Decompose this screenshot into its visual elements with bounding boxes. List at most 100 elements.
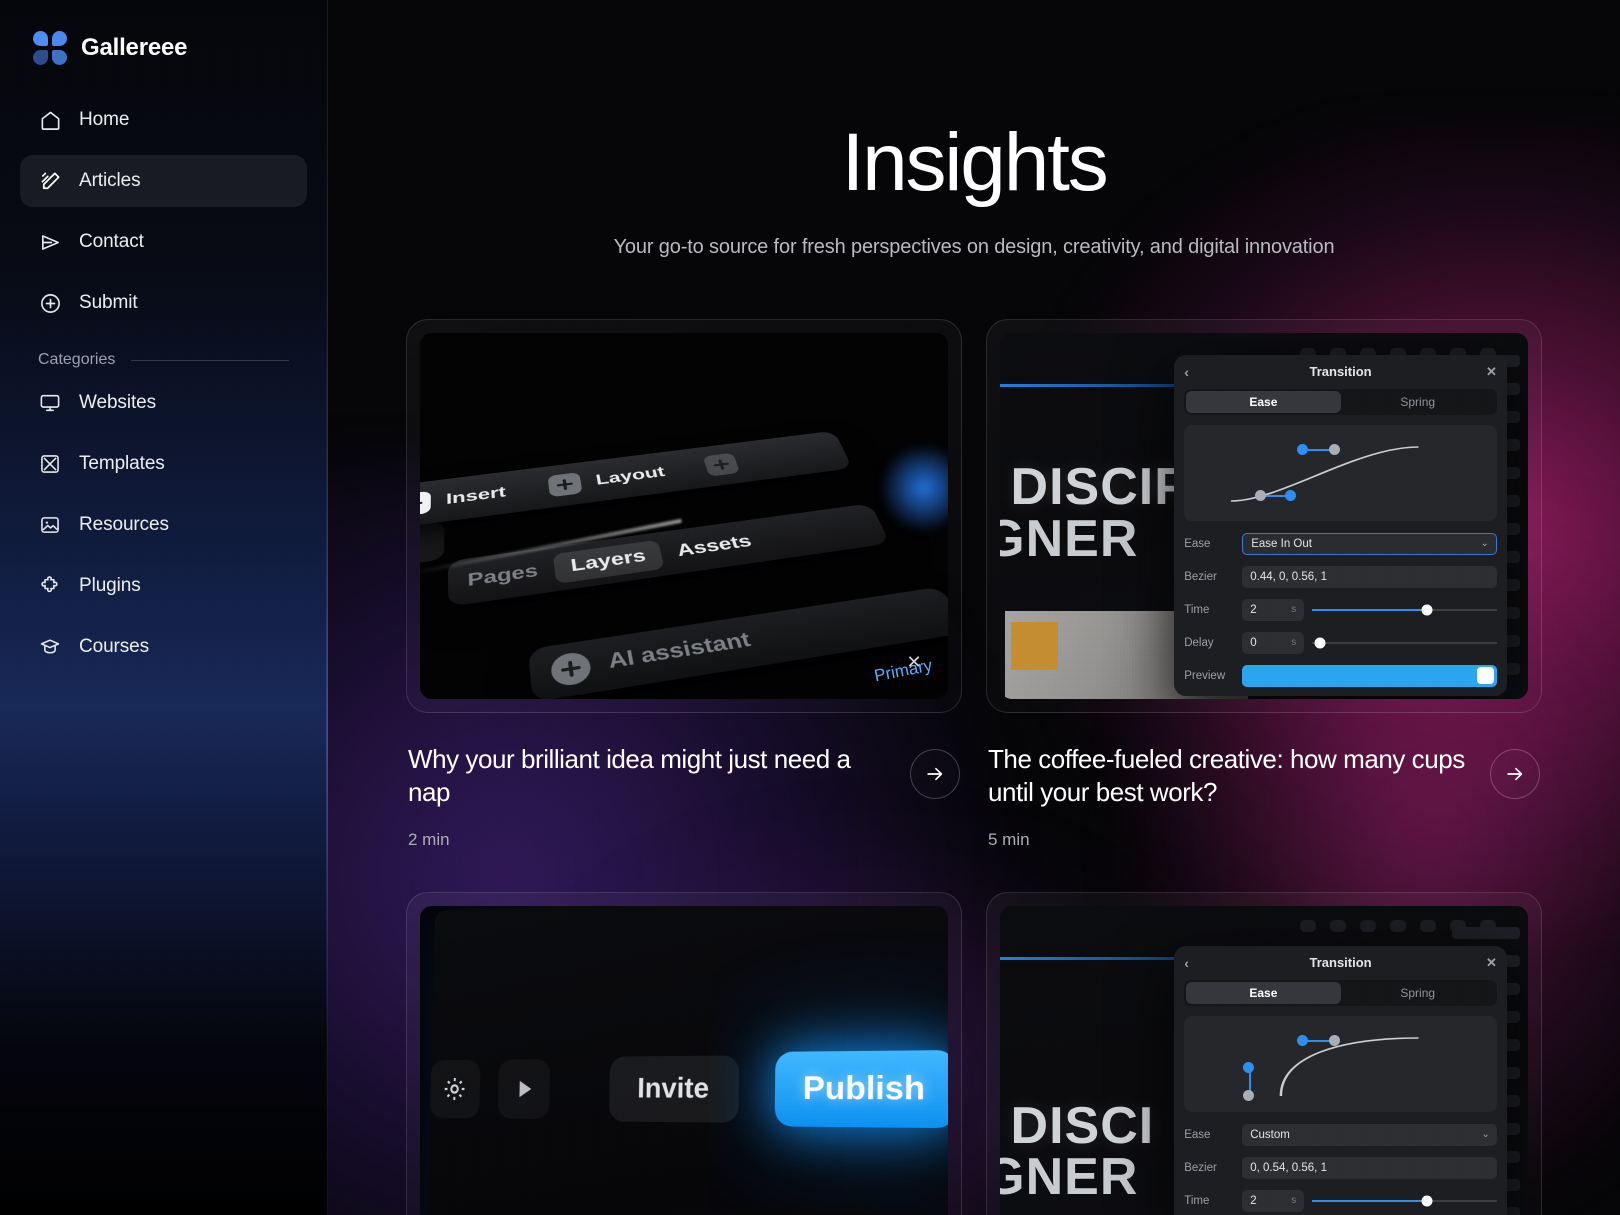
thumb-insert-label: Insert (445, 484, 507, 508)
close-icon[interactable]: ✕ (1486, 364, 1497, 380)
bezier-curve-editor[interactable] (1184, 424, 1497, 521)
delay-field[interactable]: 0 s (1242, 631, 1305, 654)
sidebar-item-label: Plugins (79, 575, 141, 596)
time-field[interactable]: 2 s (1242, 598, 1305, 621)
sidebar-item-label: Templates (79, 453, 165, 474)
ease-spring-tabs[interactable]: Ease Spring (1184, 388, 1497, 415)
gear-icon (429, 1059, 481, 1118)
time-label: Time (1184, 603, 1210, 616)
ease-value: Ease In Out (1251, 537, 1312, 550)
main-content: Insights Your go-to source for fresh per… (328, 0, 1620, 1215)
article-card[interactable]: Insert Layout Pages Layers Assets AI ass… (406, 319, 962, 850)
puzzle-icon (38, 574, 62, 598)
article-read-time: 2 min (408, 829, 450, 849)
bezier-field[interactable]: 0.44, 0, 0.56, 1 (1242, 565, 1497, 588)
thumbnail-figma-toolbar: Insert Layout Pages Layers Assets AI ass… (420, 333, 948, 699)
article-thumbnail-frame: Invite Publish (406, 891, 962, 1215)
play-icon (497, 1058, 551, 1119)
bezier-curve-editor[interactable] (1184, 1015, 1497, 1112)
sidebar-item-label: Websites (79, 392, 156, 413)
ease-value: Custom (1250, 1128, 1290, 1141)
thumb-close-icon: ✕ (906, 652, 922, 673)
article-card[interactable]: DISCIPL GNER ‹ Transition ✕ (986, 319, 1542, 850)
thumb-bg-word-2: GNER (1000, 1148, 1139, 1207)
delay-unit: s (1291, 637, 1297, 649)
article-footer: Why your brilliant idea might just need … (406, 713, 962, 850)
chevron-down-icon: ⌄ (1481, 1129, 1490, 1141)
tab-ease[interactable]: Ease (1186, 390, 1341, 413)
sidebar-item-templates[interactable]: Templates (20, 440, 307, 488)
sidebar-item-resources[interactable]: Resources (20, 501, 307, 549)
preview-row: Preview (1184, 663, 1497, 689)
article-card[interactable]: Invite Publish (406, 891, 962, 1215)
sidebar-item-label: Courses (79, 636, 150, 657)
time-row: Time 2 s (1184, 597, 1497, 623)
delay-label: Delay (1184, 636, 1214, 649)
thumbnail-publish-button: Invite Publish (420, 905, 948, 1215)
article-thumbnail-frame: DISCI GNER ‹ Transition ✕ Ease (986, 891, 1542, 1215)
sidebar-item-label: Submit (79, 292, 138, 313)
image-icon (38, 513, 62, 537)
article-thumbnail-frame: DISCIPL GNER ‹ Transition ✕ (986, 319, 1542, 713)
transition-panel: ‹ Transition ✕ Ease Spring (1174, 354, 1507, 696)
transition-panel-header: ‹ Transition ✕ (1174, 355, 1507, 389)
article-card[interactable]: DISCI GNER ‹ Transition ✕ Ease (986, 891, 1542, 1215)
ease-row: Ease Custom ⌄ (1184, 1122, 1497, 1148)
bezier-value: 0.44, 0, 0.56, 1 (1250, 570, 1327, 583)
ease-spring-tabs[interactable]: Ease Spring (1184, 979, 1497, 1006)
primary-nav: Home Articles Contact Submit (20, 94, 307, 329)
brand[interactable]: Gallereee (20, 0, 307, 72)
ease-select[interactable]: Ease In Out ⌄ (1242, 532, 1497, 555)
time-field[interactable]: 2 s (1242, 1189, 1305, 1212)
chevron-left-icon[interactable]: ‹ (1184, 364, 1189, 380)
article-footer: The coffee-fueled creative: how many cup… (986, 713, 1542, 850)
sidebar-item-articles[interactable]: Articles (20, 155, 307, 207)
categories-heading: Categories (38, 351, 289, 369)
time-value: 2 (1250, 1194, 1257, 1207)
graduation-cap-icon (38, 635, 62, 659)
thumb-assets-label: Assets (674, 531, 754, 560)
sidebar-item-websites[interactable]: Websites (20, 379, 307, 427)
time-unit: s (1291, 1195, 1297, 1207)
edit-pencil-icon (38, 169, 62, 193)
sidebar: Gallereee Home Articles Contact Submit C… (0, 0, 328, 1215)
time-slider[interactable] (1312, 599, 1497, 621)
preview-toggle[interactable] (1242, 664, 1497, 687)
tab-ease[interactable]: Ease (1186, 981, 1341, 1004)
thumb-pages-label: Pages (466, 561, 539, 590)
articles-grid: Insert Layout Pages Layers Assets AI ass… (406, 319, 1542, 1215)
sidebar-item-contact[interactable]: Contact (20, 216, 307, 268)
page-subtitle: Your go-to source for fresh perspectives… (613, 236, 1335, 258)
bezier-field[interactable]: 0, 0.54, 0.56, 1 (1242, 1156, 1497, 1179)
ease-label: Ease (1184, 1128, 1211, 1141)
article-title: The coffee-fueled creative: how many cup… (988, 744, 1465, 808)
categories-label: Categories (38, 351, 116, 368)
tab-spring[interactable]: Spring (1341, 391, 1495, 413)
ease-select[interactable]: Custom ⌄ (1242, 1123, 1497, 1146)
close-icon[interactable]: ✕ (1486, 955, 1497, 971)
article-arrow-right-icon[interactable] (1490, 749, 1540, 799)
template-grid-icon (38, 452, 62, 476)
article-arrow-right-icon[interactable] (910, 749, 960, 799)
sidebar-item-courses[interactable]: Courses (20, 623, 307, 671)
transition-panel-header: ‹ Transition ✕ (1174, 946, 1507, 980)
time-slider[interactable] (1312, 1190, 1497, 1212)
time-unit: s (1291, 604, 1297, 616)
delay-slider[interactable] (1312, 632, 1497, 654)
delay-value: 0 (1250, 636, 1257, 649)
tab-spring[interactable]: Spring (1341, 982, 1495, 1004)
preview-label: Preview (1184, 669, 1226, 682)
chevron-left-icon[interactable]: ‹ (1184, 955, 1189, 971)
sidebar-item-submit[interactable]: Submit (20, 277, 307, 329)
sidebar-item-plugins[interactable]: Plugins (20, 562, 307, 610)
page-title: Insights (841, 117, 1109, 208)
thumb-bg-word-2: GNER (1000, 509, 1139, 568)
thumb-layers-label: Layers (552, 539, 665, 584)
time-label: Time (1184, 1194, 1210, 1207)
sidebar-item-label: Contact (79, 231, 144, 252)
thumb-invite-button: Invite (608, 1054, 739, 1123)
thumb-layout-label: Layout (594, 464, 667, 489)
sidebar-item-home[interactable]: Home (20, 94, 307, 146)
bezier-label: Bezier (1184, 570, 1217, 583)
ease-label: Ease (1184, 537, 1211, 550)
